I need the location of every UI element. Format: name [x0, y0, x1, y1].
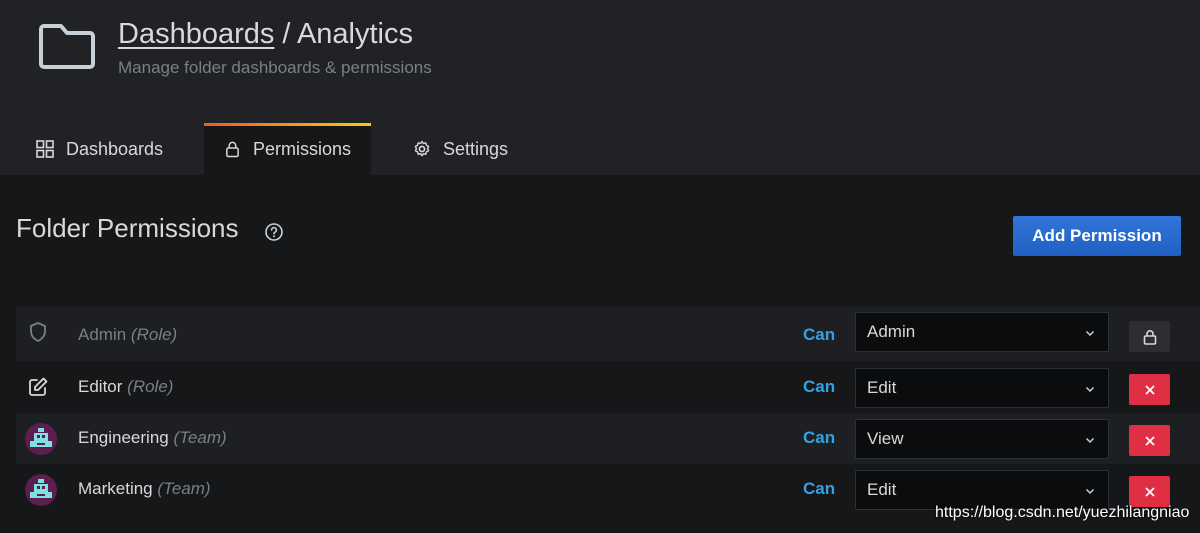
help-icon[interactable] [264, 222, 284, 242]
remove-permission-button[interactable] [1129, 425, 1170, 456]
can-label: Can [803, 428, 836, 447]
permission-name-text: Editor [78, 377, 123, 396]
can-label: Can [803, 377, 836, 396]
permission-name-text: Admin [78, 325, 127, 344]
page-header: Dashboards / Analytics Manage folder das… [0, 0, 1200, 175]
team-avatar [25, 423, 57, 455]
grid-icon [36, 140, 54, 158]
permission-row-admin: Admin (Role) Can Admin [16, 307, 1200, 361]
tab-settings[interactable]: Settings [393, 123, 528, 175]
chevron-down-icon [1085, 386, 1095, 393]
can-label: Can [803, 325, 836, 344]
team-avatar-icon [30, 479, 52, 498]
tab-permissions-label: Permissions [252, 138, 351, 159]
permission-row-engineering: Engineering (Team) Can View [16, 413, 1200, 464]
chevron-down-icon [1085, 488, 1095, 495]
permission-name: Marketing (Team) [78, 479, 211, 499]
remove-permission-button[interactable] [1129, 374, 1170, 405]
folder-icon [39, 24, 95, 69]
permission-kind: (Team) [173, 428, 227, 447]
permission-name: Admin (Role) [78, 325, 177, 345]
folder-name: Analytics [296, 18, 413, 50]
tab-dashboards[interactable]: Dashboards [16, 123, 183, 175]
tab-dashboards-label: Dashboards [66, 138, 164, 159]
permission-kind: (Role) [130, 325, 178, 344]
lock-icon [1143, 329, 1156, 345]
shield-icon [30, 322, 46, 342]
tab-permissions[interactable]: Permissions [204, 123, 371, 175]
permission-name: Editor (Role) [78, 377, 173, 397]
team-avatar-icon [30, 428, 52, 447]
permission-kind: (Role) [127, 377, 174, 396]
page-title: Dashboards / Analytics [118, 18, 413, 51]
section-title: Folder Permissions [16, 213, 239, 243]
breadcrumb-separator: / [274, 18, 297, 50]
permission-level-select[interactable]: Admin [855, 312, 1109, 352]
chevron-down-icon [1085, 437, 1095, 444]
close-icon [1144, 435, 1155, 446]
tab-settings-label: Settings [443, 138, 509, 159]
permission-level-select[interactable]: Edit [855, 368, 1109, 408]
close-icon [1144, 384, 1155, 395]
team-avatar [25, 474, 57, 506]
permission-kind: (Team) [157, 479, 211, 498]
close-icon [1144, 486, 1155, 497]
can-label: Can [803, 479, 836, 498]
lock-icon [226, 141, 239, 158]
gear-icon [414, 140, 430, 157]
permission-level-value: Edit [867, 480, 897, 499]
permission-name-text: Engineering [78, 428, 169, 447]
add-permission-button[interactable]: Add Permission [1013, 216, 1181, 256]
permission-name: Engineering (Team) [78, 428, 227, 448]
breadcrumb-dashboards-link[interactable]: Dashboards [118, 18, 274, 50]
page-subtitle: Manage folder dashboards & permissions [118, 58, 432, 77]
edit-icon [29, 377, 48, 396]
permission-level-value: View [867, 429, 904, 448]
permission-row-editor: Editor (Role) Can Edit [16, 362, 1200, 413]
permission-level-value: Admin [867, 322, 916, 341]
remove-permission-button[interactable] [1129, 476, 1170, 507]
locked-indicator [1129, 321, 1170, 352]
watermark: https://blog.csdn.net/yuezhilangniao [935, 504, 1190, 521]
permission-level-select[interactable]: View [855, 419, 1109, 459]
permission-name-text: Marketing [78, 479, 153, 498]
chevron-down-icon [1085, 330, 1095, 337]
permission-level-value: Edit [867, 378, 897, 397]
